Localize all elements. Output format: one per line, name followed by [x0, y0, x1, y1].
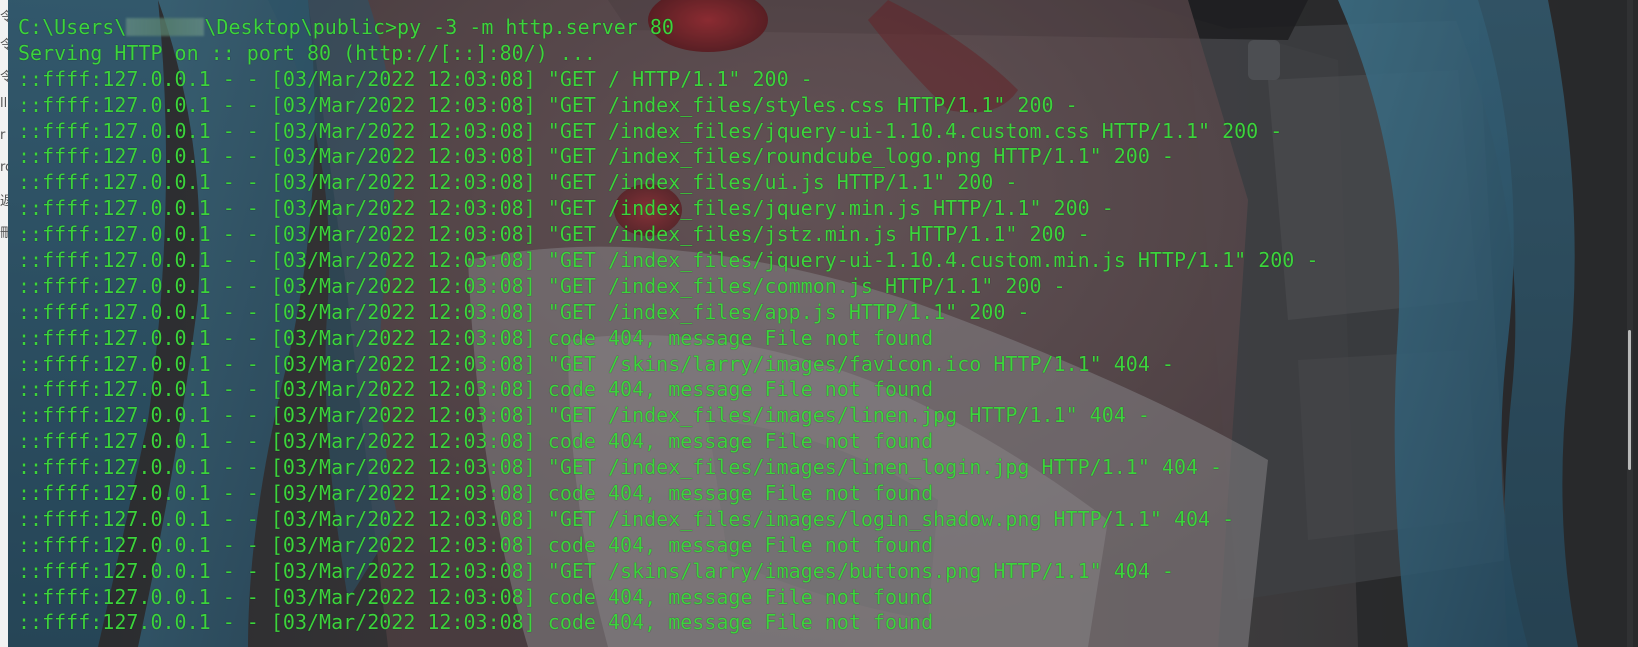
terminal-line: ::ffff:127.0.0.1 - - [03/Mar/2022 12:03:…: [18, 92, 1078, 117]
terminal-line: ::ffff:127.0.0.1 - - [03/Mar/2022 12:03:…: [18, 558, 1174, 583]
terminal-window[interactable]: C:\Users\ \Desktop\public>py -3 -m http.s…: [8, 0, 1638, 647]
command-prompt-line: C:\Users\ \Desktop\public>py -3 -m http.s…: [18, 15, 1318, 41]
background-text-fragment: 刪: [0, 226, 8, 241]
screen: 令 令 令 ll r ro 返 刪: [0, 0, 1638, 647]
terminal-line: ::ffff:127.0.0.1 - - [03/Mar/2022 12:03:…: [18, 222, 1090, 247]
terminal-line: ::ffff:127.0.0.1 - - [03/Mar/2022 12:03:…: [18, 532, 934, 557]
terminal-line: ::ffff:127.0.0.1 - - [03/Mar/2022 12:03:…: [18, 325, 934, 350]
redacted-username: [126, 18, 205, 36]
terminal-line: ::ffff:127.0.0.1 - - [03/Mar/2022 12:03:…: [18, 299, 1030, 324]
background-text-fragment: 令: [0, 70, 8, 85]
terminal-line: ::ffff:127.0.0.1 - - [03/Mar/2022 12:03:…: [18, 144, 1174, 169]
terminal-line: ::ffff:127.0.0.1 - - [03/Mar/2022 12:03:…: [18, 377, 934, 402]
background-window-edge: 令 令 令 ll r ro 返 刪: [0, 0, 8, 647]
terminal-line: ::ffff:127.0.0.1 - - [03/Mar/2022 12:03:…: [18, 610, 934, 635]
vertical-scrollbar[interactable]: [1627, 0, 1633, 647]
terminal-line: ::ffff:127.0.0.1 - - [03/Mar/2022 12:03:…: [18, 118, 1283, 143]
terminal-line: ::ffff:127.0.0.1 - - [03/Mar/2022 12:03:…: [18, 403, 1150, 428]
background-text-fragment: 令: [0, 10, 8, 25]
background-text-fragment: ro: [0, 160, 8, 175]
terminal-line: ::ffff:127.0.0.1 - - [03/Mar/2022 12:03:…: [18, 170, 1018, 195]
terminal-line: ::ffff:127.0.0.1 - - [03/Mar/2022 12:03:…: [18, 481, 934, 506]
terminal-line: ::ffff:127.0.0.1 - - [03/Mar/2022 12:03:…: [18, 584, 934, 609]
background-text-fragment: 返: [0, 194, 8, 209]
background-text-fragment: ll: [0, 96, 8, 111]
terminal-line: ::ffff:127.0.0.1 - - [03/Mar/2022 12:03:…: [18, 455, 1223, 480]
scrollbar-thumb[interactable]: [1628, 330, 1631, 470]
terminal-line: ::ffff:127.0.0.1 - - [03/Mar/2022 12:03:…: [18, 66, 813, 91]
terminal-line: ::ffff:127.0.0.1 - - [03/Mar/2022 12:03:…: [18, 273, 1066, 298]
terminal-line: ::ffff:127.0.0.1 - - [03/Mar/2022 12:03:…: [18, 429, 934, 454]
prompt-prefix: C:\Users\: [18, 15, 127, 39]
terminal-line: ::ffff:127.0.0.1 - - [03/Mar/2022 12:03:…: [18, 248, 1319, 273]
terminal-line: Serving HTTP on :: port 80 (http://[::]:…: [18, 40, 596, 65]
terminal-line: ::ffff:127.0.0.1 - - [03/Mar/2022 12:03:…: [18, 196, 1114, 221]
terminal-line: ::ffff:127.0.0.1 - - [03/Mar/2022 12:03:…: [18, 351, 1174, 376]
background-text-fragment: r: [0, 128, 6, 143]
terminal-line: ::ffff:127.0.0.1 - - [03/Mar/2022 12:03:…: [18, 506, 1235, 531]
prompt-command: \Desktop\public>py -3 -m http.server 80: [204, 15, 674, 39]
background-text-fragment: 令: [0, 38, 8, 53]
terminal-output[interactable]: C:\Users\ \Desktop\public>py -3 -m http.s…: [18, 15, 1318, 636]
